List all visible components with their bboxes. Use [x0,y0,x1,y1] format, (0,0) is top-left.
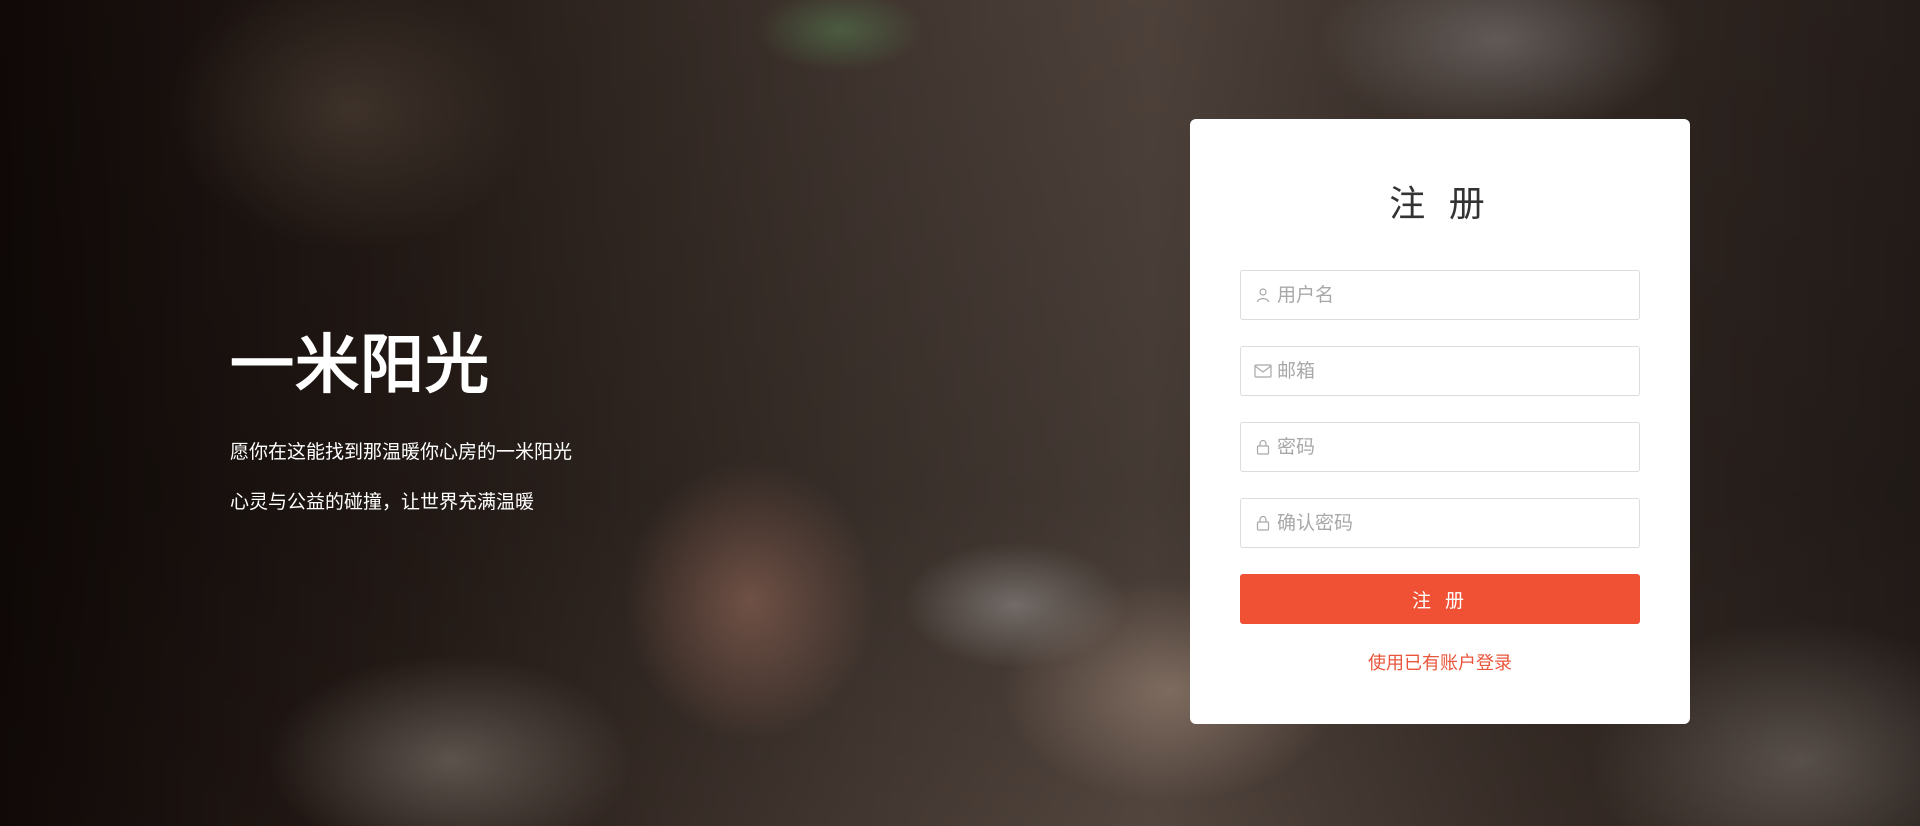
lock-icon [1253,513,1273,533]
register-card: 注 册 用户名 邮箱 注 册 使用已有账户登录 [1190,119,1690,724]
register-title: 注 册 [1389,184,1491,225]
hero-title: 一米阳光 [230,329,490,403]
hero-tagline-2: 心灵与公益的碰撞，让世界充满温暖 [230,491,535,513]
password-field[interactable] [1240,422,1640,472]
username-field[interactable] [1240,270,1640,320]
hero-tagline-1: 愿你在这能找到那温暖你心房的一米阳光 [230,441,573,463]
username-input[interactable] [1277,272,1617,318]
mail-icon [1253,361,1273,381]
lock-icon [1253,437,1273,457]
confirm-password-field[interactable] [1240,498,1640,548]
email-field[interactable] [1240,346,1640,396]
email-input[interactable] [1277,348,1617,394]
password-input[interactable] [1277,424,1617,470]
hero-section: 一米阳光 愿你在这能找到那温暖你心房的一米阳光 心灵与公益的碰撞，让世界充满温暖 [230,330,830,514]
register-button[interactable]: 注 册 [1240,574,1640,624]
login-link[interactable]: 使用已有账户登录 [1190,649,1690,675]
user-icon [1253,285,1273,305]
confirm-password-input[interactable] [1277,500,1617,546]
